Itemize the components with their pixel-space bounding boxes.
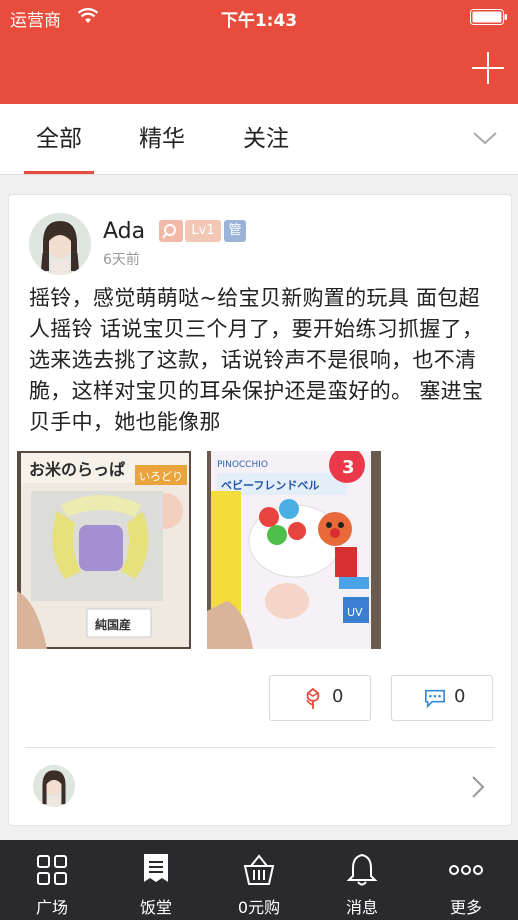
chevron-right-icon[interactable] — [471, 775, 485, 799]
package-title: お米のらっぱ — [29, 460, 125, 479]
nav-label: 消息 — [345, 898, 378, 917]
age-badge: 3 — [342, 457, 355, 478]
status-time: 下午1:43 — [220, 11, 298, 31]
nav-messages[interactable]: 消息 — [310, 840, 414, 920]
more-icon — [449, 865, 483, 875]
app-header: 运营商 下午1:43 — [0, 0, 518, 104]
post-photo-2[interactable]: PINOCCHIO ベビーフレンドベル 3 UV — [207, 451, 381, 649]
document-icon — [144, 854, 168, 882]
package-tag: いろどり — [139, 470, 183, 483]
nav-label: 饭堂 — [139, 898, 172, 917]
nav-square[interactable]: 广场 — [0, 840, 104, 920]
nav-free-buy[interactable]: 0元购 — [207, 840, 311, 920]
basket-icon — [243, 854, 275, 885]
tab-label: 全部 — [36, 126, 82, 152]
bell-icon — [346, 853, 378, 886]
divider — [25, 747, 495, 748]
comment-icon — [425, 689, 445, 709]
post-time: 6天前 — [103, 252, 140, 268]
comment-button[interactable]: 0 — [391, 675, 493, 721]
like-button[interactable]: 0 — [269, 675, 371, 721]
status-bar: 运营商 下午1:43 — [0, 0, 518, 34]
post-photo-1[interactable]: お米のらっぱ いろどり 純国産 — [17, 451, 191, 649]
author-avatar[interactable] — [29, 213, 91, 275]
package-title: ベビーフレンドベル — [221, 478, 319, 492]
tab-label: 精华 — [139, 126, 185, 152]
rice-rattle-photo: お米のらっぱ いろどり 純国産 — [17, 451, 191, 649]
nav-canteen[interactable]: 饭堂 — [104, 840, 208, 920]
post-card[interactable]: Ada Lv1 管 6天前 摇铃，感觉萌萌哒~给宝贝新购置的玩具 面包超人摇铃 … — [8, 194, 512, 826]
tab-featured[interactable]: 精华 — [127, 104, 197, 174]
admin-badge: 管 — [224, 220, 246, 242]
active-tab-indicator — [24, 171, 94, 174]
nav-label: 0元购 — [237, 898, 281, 917]
tab-all[interactable]: 全部 — [24, 104, 94, 174]
package-brand: PINOCCHIO — [217, 460, 268, 470]
nav-label: 更多 — [449, 898, 482, 917]
author-name[interactable]: Ada — [103, 219, 145, 244]
like-count: 0 — [332, 686, 344, 707]
anpanman-bell-photo: PINOCCHIO ベビーフレンドベル 3 UV — [207, 451, 381, 649]
nav-more[interactable]: 更多 — [414, 840, 518, 920]
tab-label: 关注 — [243, 126, 289, 152]
chevron-down-icon[interactable] — [472, 128, 498, 148]
comment-count: 0 — [454, 686, 466, 707]
battery-icon — [470, 9, 507, 25]
bottom-nav: 广场 饭堂 0元购 消息 更多 — [0, 840, 518, 920]
grid-icon — [37, 855, 67, 885]
flower-icon — [306, 687, 320, 709]
level-badge: Lv1 — [185, 220, 221, 242]
search-badge-icon — [159, 220, 183, 242]
add-post-button[interactable] — [470, 50, 506, 86]
commenter-avatar[interactable] — [33, 765, 75, 807]
nav-label: 广场 — [35, 898, 68, 917]
uv-label: UV — [347, 606, 363, 619]
post-text[interactable]: 摇铃，感觉萌萌哒~给宝贝新购置的玩具 面包超人摇铃 话说宝贝三个月了，要开始练习… — [29, 283, 499, 433]
tab-following[interactable]: 关注 — [231, 104, 301, 174]
package-label: 純国産 — [95, 617, 131, 632]
tab-bar: 全部 精华 关注 — [0, 104, 518, 175]
